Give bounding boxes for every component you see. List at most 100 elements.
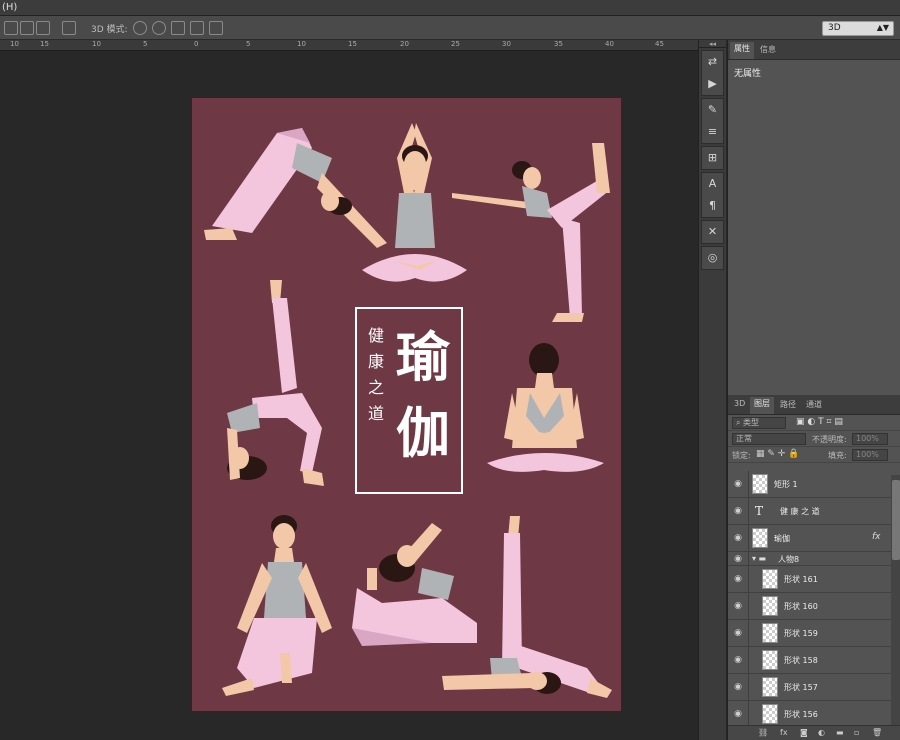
character-icon[interactable]: A xyxy=(702,173,723,195)
3d-rotate-icon[interactable] xyxy=(133,21,147,35)
align-bottom-icon[interactable] xyxy=(36,21,50,35)
blend-mode-select[interactable]: 正常 xyxy=(732,433,806,445)
layer-thumbnail xyxy=(752,528,768,548)
layer-row[interactable]: ◉ 形状 156 xyxy=(728,701,891,728)
figure-dancer xyxy=(452,143,610,322)
layer-name: 形状 157 xyxy=(784,683,818,692)
tab-info[interactable]: 信息 xyxy=(756,43,780,56)
3d-slide-icon[interactable] xyxy=(190,21,204,35)
subtitle-char: 之 xyxy=(367,378,384,397)
filter-kind-select[interactable]: ⌕ 类型 xyxy=(732,417,786,429)
title-char-yu: 瑜 xyxy=(396,326,450,389)
group-icon[interactable]: ▬ xyxy=(836,728,844,737)
layer-name: 形状 161 xyxy=(784,575,818,584)
lock-icons[interactable]: ▦ ✎ ✛ 🔒 xyxy=(756,449,799,459)
figure-shoulder-stand xyxy=(442,516,612,698)
right-panel: 属性 信息 无属性 3D 图层 路径 通道 ⌕ 类型 ▣ ◐ T ⌗ ▤ 正常 … xyxy=(727,40,900,740)
visibility-eye-icon[interactable]: ◉ xyxy=(733,601,743,611)
layer-row[interactable]: ◉ 形状 159 xyxy=(728,620,891,647)
layer-row[interactable]: ◉ 形状 161 xyxy=(728,566,891,593)
visibility-eye-icon[interactable]: ◉ xyxy=(733,655,743,665)
layers-footer: ⛓ fx ◙ ◐ ▬ ▫ 🗑 xyxy=(728,725,900,740)
layer-thumbnail xyxy=(762,596,778,616)
ruler-label: 5 xyxy=(143,40,148,48)
opacity-label: 不透明度: xyxy=(812,435,847,444)
scroll-thumb[interactable] xyxy=(892,480,900,560)
history-icon[interactable]: ⇄ xyxy=(702,51,723,73)
adjust-icon[interactable]: ≡ xyxy=(702,121,723,143)
collapse-icon[interactable]: ◂◂ xyxy=(699,40,726,48)
tab-3d[interactable]: 3D xyxy=(730,398,749,409)
fx-add-icon[interactable]: fx xyxy=(780,728,788,737)
fill-input[interactable]: 100% xyxy=(852,449,888,461)
adjustment-icon[interactable]: ◐ xyxy=(818,728,825,737)
subtitle-char: 健 xyxy=(367,326,384,345)
layer-row[interactable]: ◉ 矩形 1 xyxy=(728,471,891,498)
folder-expand-icon[interactable]: ▾ ▬ xyxy=(752,554,766,563)
visibility-eye-icon[interactable]: ◉ xyxy=(733,628,743,638)
align-top-icon[interactable] xyxy=(4,21,18,35)
layer-row[interactable]: ◉ 形状 160 xyxy=(728,593,891,620)
menu-bar: (H) xyxy=(0,0,900,16)
layer-row[interactable]: ◉ 形状 158 xyxy=(728,647,891,674)
visibility-eye-icon[interactable]: ◉ xyxy=(733,506,743,516)
3d-scale-icon[interactable] xyxy=(209,21,223,35)
tab-channels[interactable]: 通道 xyxy=(802,398,826,411)
layer-name: 形状 156 xyxy=(784,710,818,719)
visibility-eye-icon[interactable]: ◉ xyxy=(733,574,743,584)
tab-properties[interactable]: 属性 xyxy=(730,42,754,59)
align-vcenter-icon[interactable] xyxy=(20,21,34,35)
tab-layers[interactable]: 图层 xyxy=(750,397,774,414)
tab-paths[interactable]: 路径 xyxy=(776,398,800,411)
layer-row[interactable]: ◉ 瑜伽 fx xyxy=(728,525,891,552)
link-icon[interactable]: ⛓ xyxy=(758,728,768,737)
subtitle-char: 康 xyxy=(367,352,384,371)
layer-row[interactable]: ◉ T 健 康 之 道 xyxy=(728,498,891,525)
delete-icon[interactable]: 🗑 xyxy=(872,728,882,737)
layers-tabs: 3D 图层 路径 通道 xyxy=(728,395,900,415)
mask-icon[interactable]: ◙ xyxy=(800,728,808,737)
distribute-icon[interactable] xyxy=(62,21,76,35)
figure-downward-dog xyxy=(204,128,387,248)
visibility-eye-icon[interactable]: ◉ xyxy=(733,709,743,719)
tools-icon[interactable]: ✕ xyxy=(702,221,723,243)
3d-material-icon[interactable]: ◎ xyxy=(702,247,723,269)
layers-scrollbar[interactable] xyxy=(891,475,900,725)
brush-icon[interactable]: ✎ xyxy=(702,99,723,121)
new-layer-icon[interactable]: ▫ xyxy=(854,728,859,737)
ruler-label: 10 xyxy=(92,40,101,48)
filter-icons[interactable]: ▣ ◐ T ⌗ ▤ xyxy=(796,417,843,427)
visibility-eye-icon[interactable]: ◉ xyxy=(733,479,743,489)
subtitle-char: 道 xyxy=(367,404,384,423)
poster-title: 瑜 伽 xyxy=(392,320,454,472)
ruler-label: 35 xyxy=(554,40,563,48)
menu-help[interactable]: (H) xyxy=(2,2,17,13)
figure-pigeon xyxy=(352,523,477,646)
clone-source-icon[interactable]: ⊞ xyxy=(702,147,723,169)
ruler-label: 15 xyxy=(348,40,357,48)
document-canvas[interactable]: 健 康 之 道 瑜 伽 xyxy=(0,51,698,740)
layer-group-row[interactable]: ◉ ▾ ▬ 人物8 xyxy=(728,552,891,566)
layer-name: 形状 160 xyxy=(784,602,818,611)
3d-pan-icon[interactable] xyxy=(171,21,185,35)
ruler-label: 0 xyxy=(194,40,199,48)
3d-roll-icon[interactable] xyxy=(152,21,166,35)
actions-play-icon[interactable]: ▶ xyxy=(702,73,723,95)
paragraph-icon[interactable]: ¶ xyxy=(702,195,723,217)
opacity-input[interactable]: 100% xyxy=(852,433,888,445)
text-layer-icon: T xyxy=(755,504,764,518)
layer-row[interactable]: ◉ 形状 157 xyxy=(728,674,891,701)
ruler-label: 20 xyxy=(400,40,409,48)
layer-name: 健 康 之 道 xyxy=(780,507,820,516)
visibility-eye-icon[interactable]: ◉ xyxy=(733,533,743,543)
layer-thumbnail xyxy=(762,704,778,724)
workspace-dropdown[interactable]: 3D ▲▼ xyxy=(822,21,894,36)
horizontal-ruler: 10 15 10 5 0 5 10 15 20 25 30 35 40 45 xyxy=(0,40,698,51)
figure-seated-back xyxy=(487,343,604,472)
visibility-eye-icon[interactable]: ◉ xyxy=(733,682,743,692)
ruler-label: 5 xyxy=(246,40,251,48)
ruler-label: 25 xyxy=(451,40,460,48)
layer-name: 矩形 1 xyxy=(774,480,798,489)
fx-icon[interactable]: fx xyxy=(872,532,881,542)
visibility-eye-icon[interactable]: ◉ xyxy=(733,554,743,564)
